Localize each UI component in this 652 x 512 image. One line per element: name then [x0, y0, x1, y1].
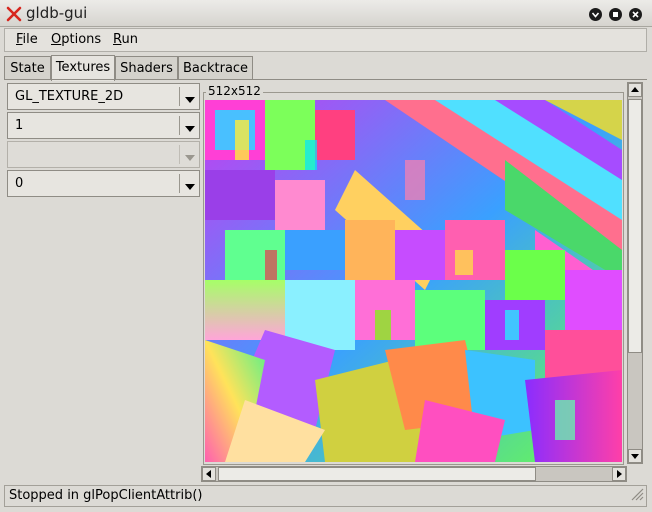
chevron-down-icon [184, 122, 196, 137]
vertical-scrollbar[interactable] [627, 82, 643, 464]
arrow-left-icon[interactable] [202, 467, 216, 481]
chevron-down-icon [184, 93, 196, 108]
arrow-up-icon[interactable] [628, 83, 642, 97]
window-title: gldb-gui [26, 4, 88, 22]
resize-grip-icon[interactable] [628, 485, 644, 505]
menu-bar: File Options Run [4, 28, 647, 52]
texture-id-select[interactable]: 1 [7, 112, 200, 139]
status-bar: Stopped in glPopClientAttrib() [4, 485, 647, 507]
menu-options[interactable]: Options [51, 32, 101, 47]
texture-target-value: GL_TEXTURE_2D [15, 89, 124, 104]
menu-file[interactable]: File [16, 32, 38, 47]
maximize-icon[interactable] [609, 8, 622, 21]
chevron-down-icon [184, 151, 196, 166]
horizontal-scroll-thumb[interactable] [218, 467, 536, 481]
arrow-down-icon[interactable] [628, 449, 642, 463]
texture-level-select[interactable]: 0 [7, 170, 200, 197]
texture-size-label: 512x512 [206, 84, 263, 98]
window-titlebar[interactable]: gldb-gui [0, 0, 652, 27]
arrow-right-icon[interactable] [612, 467, 626, 481]
texture-level-value: 0 [15, 176, 24, 191]
texture-image [205, 100, 622, 462]
vertical-scroll-thumb[interactable] [628, 99, 642, 353]
texture-face-select[interactable] [7, 141, 200, 168]
texture-frame: 512x512 [201, 82, 627, 466]
tab-shaders[interactable]: Shaders [115, 56, 178, 80]
chevron-down-icon [184, 180, 196, 195]
status-text: Stopped in glPopClientAttrib() [9, 488, 203, 503]
tab-backtrace[interactable]: Backtrace [178, 56, 253, 80]
texture-id-value: 1 [15, 118, 24, 133]
menu-run[interactable]: Run [113, 32, 138, 47]
tab-state[interactable]: State [4, 56, 51, 80]
horizontal-scrollbar[interactable] [201, 466, 627, 482]
close-icon[interactable] [629, 8, 642, 21]
tab-textures[interactable]: Textures [51, 55, 115, 81]
texture-target-select[interactable]: GL_TEXTURE_2D [7, 83, 200, 110]
minimize-icon[interactable] [589, 8, 602, 21]
x-logo-icon [6, 6, 22, 22]
tab-divider [4, 79, 647, 80]
